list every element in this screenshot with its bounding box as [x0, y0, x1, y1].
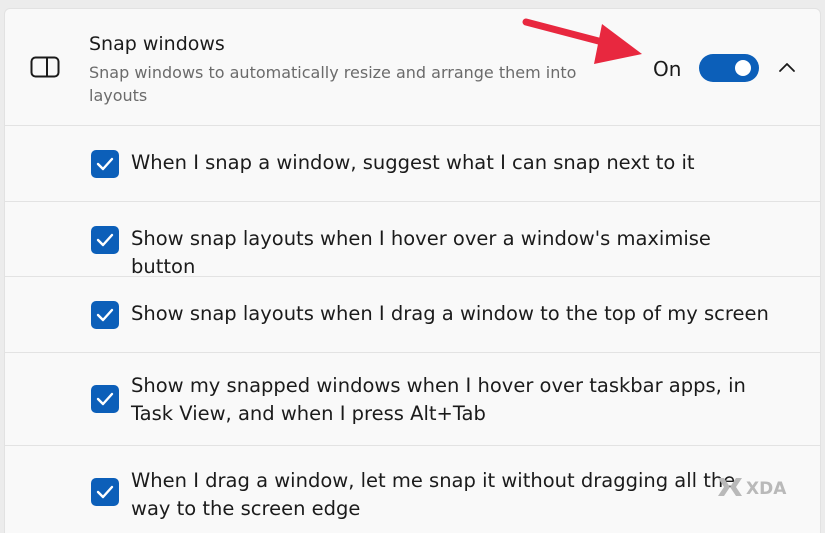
checkbox-drag-top[interactable]	[91, 301, 119, 329]
snap-windows-header[interactable]: Snap windows Snap windows to automatical…	[5, 9, 820, 126]
checkbox-hover-maximise[interactable]	[91, 226, 119, 254]
annotation-arrow-icon	[522, 18, 642, 64]
toggle-state-label: On	[653, 57, 682, 81]
xda-logo-icon: XDA	[718, 478, 787, 498]
setting-title: Snap windows	[89, 33, 225, 55]
option-row-suggest-snap[interactable]: When I snap a window, suggest what I can…	[5, 126, 820, 202]
setting-description: Snap windows to automatically resize and…	[89, 63, 577, 105]
option-label-drag-top: Show snap layouts when I drag a window t…	[131, 302, 769, 325]
option-row-taskbar-snapped[interactable]: Show my snapped windows when I hover ove…	[5, 353, 820, 446]
snap-windows-toggle[interactable]	[699, 54, 759, 82]
svg-text:XDA: XDA	[746, 479, 787, 498]
snap-window-icon	[30, 56, 60, 78]
checkmark-icon	[96, 157, 114, 171]
checkmark-icon	[96, 233, 114, 247]
checkbox-taskbar-snapped[interactable]	[91, 385, 119, 413]
option-label-drag-edge: When I drag a window, let me snap it wit…	[131, 469, 736, 520]
settings-page: Snap windows Snap windows to automatical…	[0, 0, 825, 533]
checkmark-icon	[96, 392, 114, 406]
option-label-suggest-snap: When I snap a window, suggest what I can…	[131, 151, 695, 174]
option-label-hover-maximise: Show snap layouts when I hover over a wi…	[131, 227, 711, 278]
toggle-knob	[735, 60, 751, 76]
option-row-hover-maximise[interactable]: Show snap layouts when I hover over a wi…	[5, 202, 820, 278]
checkbox-drag-edge[interactable]	[91, 478, 119, 506]
checkmark-icon	[96, 485, 114, 499]
option-label-taskbar-snapped: Show my snapped windows when I hover ove…	[131, 374, 746, 425]
option-row-drag-top[interactable]: Show snap layouts when I drag a window t…	[5, 277, 820, 353]
snap-windows-panel: Snap windows Snap windows to automatical…	[4, 8, 821, 533]
checkbox-suggest-snap[interactable]	[91, 150, 119, 178]
checkmark-icon	[96, 308, 114, 322]
option-row-drag-edge[interactable]: When I drag a window, let me snap it wit…	[5, 446, 820, 533]
chevron-up-icon[interactable]	[777, 59, 797, 75]
